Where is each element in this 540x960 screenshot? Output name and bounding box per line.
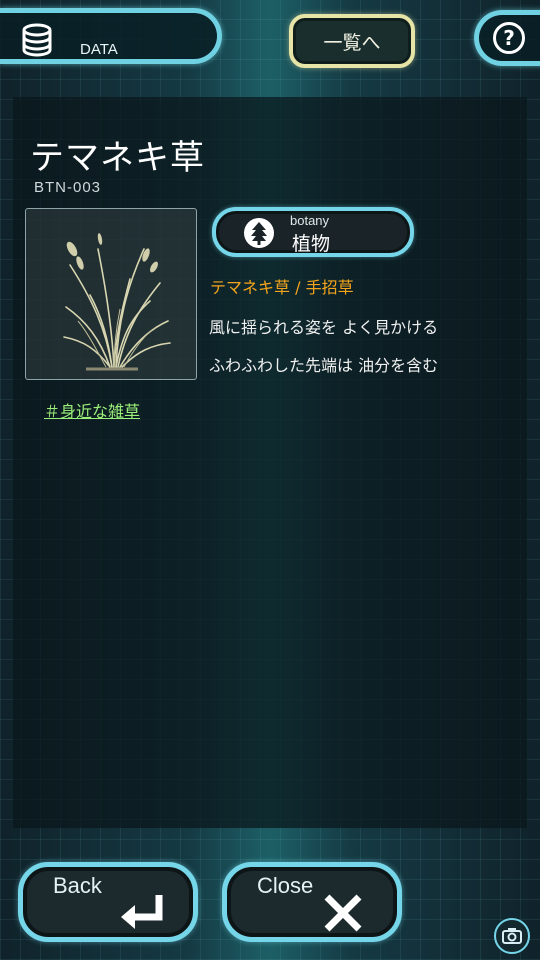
tag-link[interactable]: ＃身近な雑草 <box>44 398 140 422</box>
list-button[interactable]: 一覧へ <box>289 14 415 68</box>
plant-thumbnail <box>25 208 197 380</box>
entry-title: テマネキ草 <box>30 138 205 178</box>
back-button[interactable]: Back <box>18 862 198 942</box>
x-icon <box>324 894 362 932</box>
camera-button[interactable] <box>494 918 530 954</box>
description-line: 風に揺られる姿を よく見かける <box>209 318 439 337</box>
plant-names: テマネキ草 / 手招草 <box>210 278 354 297</box>
close-button[interactable]: Close <box>222 862 402 942</box>
tree-icon <box>244 218 274 248</box>
description-line: ふわふわした先端は 油分を含む <box>209 356 439 375</box>
category-label-jp: 植物 <box>292 233 331 255</box>
data-button[interactable]: DATA <box>0 8 222 64</box>
return-arrow-icon <box>121 895 163 929</box>
category-label-en: botany <box>290 213 330 228</box>
back-label: Back <box>53 873 102 898</box>
close-label: Close <box>257 873 314 898</box>
camera-icon <box>502 928 522 944</box>
category-badge: botany 植物 <box>212 207 414 257</box>
entry-code: BTN-003 <box>34 179 102 196</box>
database-icon <box>22 23 52 57</box>
grass-illustration <box>63 233 171 371</box>
help-button[interactable]: ? <box>474 10 540 66</box>
data-label: DATA <box>80 41 118 58</box>
question-icon: ? <box>493 22 525 54</box>
